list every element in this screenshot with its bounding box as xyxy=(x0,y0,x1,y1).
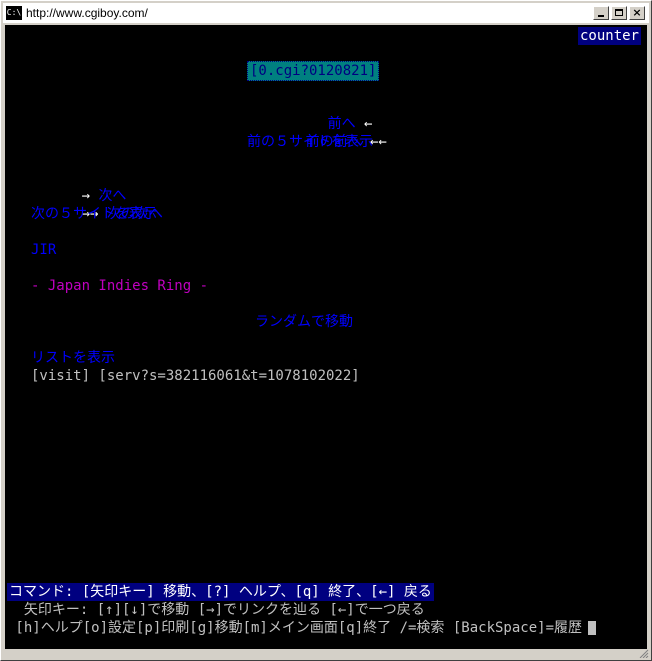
terminal-screen: counter [0.cgi?0120821] 前へ ← 前の前へ ←← 前の５… xyxy=(5,25,647,649)
list-link[interactable]: リストを表示 xyxy=(31,349,115,367)
cgi-link[interactable]: [0.cgi?0120821] xyxy=(247,61,380,81)
ring-name: - Japan Indies Ring - xyxy=(31,278,209,294)
text-cursor xyxy=(588,621,597,635)
minimize-button[interactable] xyxy=(593,6,609,20)
help-line-2-text: [h]ヘルプ[o]設定[p]印刷[g]移動[m]メイン画面[q]終了 /=検索 … xyxy=(7,620,583,636)
visit-links[interactable]: [visit] [serv?s=382116061&t=1078102022] xyxy=(31,367,360,385)
random-link[interactable]: ランダムで移動 xyxy=(255,313,353,331)
browser-window: C:\ http://www.cgiboy.com/ × counter [0.… xyxy=(0,0,652,661)
help-line-2: [h]ヘルプ[o]設定[p]印刷[g]移動[m]メイン画面[q]終了 /=検索 … xyxy=(7,619,597,637)
window-title: http://www.cgiboy.com/ xyxy=(26,6,148,20)
next5-link[interactable]: 次の５サイトを表示 xyxy=(31,205,157,223)
console-app-icon[interactable]: C:\ xyxy=(6,6,22,20)
close-icon: × xyxy=(632,6,642,19)
maximize-button[interactable] xyxy=(611,6,627,20)
help-line-1: 矢印キー: [↑][↓]で移動 [→]でリンクを辿る [←]で一つ戻る xyxy=(7,602,425,618)
jir-link[interactable]: JIR xyxy=(31,241,56,259)
prev5-link[interactable]: 前の５サイトを表示 xyxy=(247,133,373,151)
close-button[interactable]: × xyxy=(629,6,645,20)
command-bar: コマンド: [矢印キー] 移動、[?] ヘルプ、[q] 終了、[←] 戻る xyxy=(7,583,434,601)
window-controls: × xyxy=(593,6,645,20)
title-bar[interactable]: C:\ http://www.cgiboy.com/ × xyxy=(3,3,649,23)
counter-link[interactable]: counter xyxy=(577,27,641,45)
resize-grip-icon[interactable] xyxy=(637,648,649,658)
